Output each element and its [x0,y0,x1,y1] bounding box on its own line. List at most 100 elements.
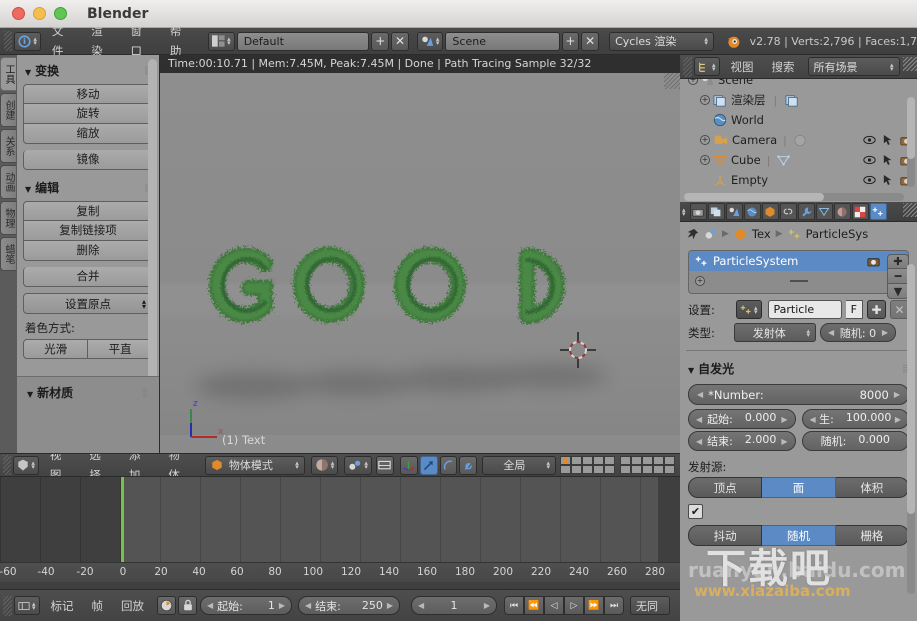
cursor-arrow-icon[interactable] [883,154,893,166]
particle-system-list[interactable]: ParticleSystem + [688,250,909,294]
frame-end-field[interactable]: ◀ 结束:2.000 ▶ [688,431,796,451]
particle-system-list-item[interactable]: ParticleSystem [689,251,908,271]
delete-scene-button[interactable]: ✕ [581,32,599,51]
viewport-corner-grip-icon[interactable] [664,73,680,89]
tool-shelf-scrollbar[interactable] [148,59,157,409]
frame-start-field[interactable]: ◀ 起始: 1 ▶ [200,596,292,615]
properties-tab-object[interactable] [762,203,779,220]
breadcrumb-item-particlesys[interactable]: ParticleSys [806,227,869,241]
jump-to-end-button[interactable]: ⏭ [604,596,624,615]
duplicate-linked-button[interactable]: 复制链接项 [23,221,153,241]
tab-create[interactable]: 创建 [0,93,16,127]
render-engine-selector[interactable]: Cycles 渲染 ▴▾ [609,32,714,51]
manipulator-rotate-button[interactable] [440,456,458,475]
layer-cell[interactable] [653,465,664,474]
distribution-jittered-button[interactable]: 抖动 [688,525,762,546]
manipulator-translate-button[interactable] [400,456,418,475]
previous-keyframe-button[interactable]: ⏪ [524,596,544,615]
layer-cell[interactable] [582,456,593,465]
grip-lines-icon[interactable] [790,280,808,282]
playback-controls[interactable]: ⏮ ⏪ ◁ ▷ ⏩ ⏭ [504,596,624,615]
timeline-playhead[interactable] [121,477,124,562]
layer-cell[interactable] [593,456,604,465]
eye-icon[interactable] [863,155,876,165]
outliner-row-empty[interactable]: Empty [680,170,917,190]
layer-cell[interactable] [582,465,593,474]
join-button[interactable]: 合并 [23,267,153,287]
remove-particle-system-button[interactable]: ━ [887,269,909,284]
layer-block-bottom[interactable] [620,456,675,474]
outliner-vertical-scrollbar[interactable] [907,97,915,187]
cursor-arrow-icon[interactable] [883,134,893,146]
panel-header-edit[interactable]: ▼编辑 ⣿ [23,176,153,201]
pivot-point-selector[interactable]: ▴▾ [344,456,372,475]
current-frame-field[interactable]: ◀ 1 ▶ [411,596,497,615]
timeline-ruler[interactable]: -60 -40 -20 0 20 40 60 80 100 120 140 16… [0,562,680,582]
properties-editor[interactable]: ▴▾ ▶ Tex ▶ ParticleSys [680,202,917,621]
properties-scrollbar[interactable] [907,264,915,594]
particle-settings-browse-button[interactable]: ▴▾ [736,300,762,319]
chevron-right-icon[interactable]: ▶ [895,415,901,424]
properties-tab-material[interactable] [834,203,851,220]
chevron-left-icon[interactable]: ◀ [418,601,424,610]
properties-tab-bar[interactable]: ▴▾ [680,202,917,222]
play-reverse-button[interactable]: ◁ [544,596,564,615]
particle-type-selector[interactable]: 发射体 ▴▾ [734,323,816,342]
chevron-right-icon[interactable]: ▶ [387,601,393,610]
minimize-window-button[interactable] [33,7,46,20]
maximize-window-button[interactable] [54,7,67,20]
outliner-restrict-toggles[interactable] [863,154,913,166]
scene-layers-grid[interactable] [560,456,680,474]
properties-tab-texture[interactable] [852,203,869,220]
panel-header-new-material[interactable]: ▼新材质 ⣿ [25,381,151,406]
layer-cell[interactable] [604,456,615,465]
layer-cell[interactable] [642,456,653,465]
add-scene-button[interactable]: + [562,32,580,51]
layer-cell[interactable] [604,465,615,474]
panel-header-transform[interactable]: ▼变换 ⣿ [23,59,153,84]
frame-end-field[interactable]: ◀ 结束: 250 ▶ [298,596,400,615]
lifetime-random-field[interactable]: 随机:0.000 [802,431,910,451]
layer-cell[interactable] [642,465,653,474]
chevron-left-icon[interactable]: ◀ [697,390,703,399]
outliner-display-mode-selector[interactable]: 所有场景 ▴▾ [808,57,900,76]
play-button[interactable]: ▷ [564,596,584,615]
layer-cell[interactable] [593,465,604,474]
chevron-right-icon[interactable]: ▶ [781,437,787,446]
distribution-grid-button[interactable]: 栅格 [836,525,909,546]
view3d-menu-add[interactable]: 添加 [120,453,160,477]
properties-tab-modifiers[interactable] [798,203,815,220]
even-distribution-row[interactable]: ✔ [688,504,909,519]
tab-animation[interactable]: 动画 [0,165,16,199]
jump-to-start-button[interactable]: ⏮ [504,596,524,615]
cursor-arrow-icon[interactable] [883,174,893,186]
close-window-button[interactable] [12,7,25,20]
screen-layout-selector[interactable]: ▴▾ [208,32,235,51]
interaction-mode-selector[interactable]: 物体模式 ▴▾ [205,456,305,475]
outliner-restrict-toggles[interactable] [863,174,913,186]
outliner-row-render-layers[interactable]: + 渲染层 | [680,90,917,110]
outliner-row-camera[interactable]: + Camera | [680,130,917,150]
rotate-button[interactable]: 旋转 [23,104,153,124]
editor-type-view3d-button[interactable]: ▴▾ [13,456,39,475]
emit-from-volume-button[interactable]: 体积 [836,477,909,498]
manipulator-arrow-button[interactable] [420,456,438,475]
view3d-menu-object[interactable]: 物体 [159,453,199,477]
emit-from-faces-button[interactable]: 面 [762,477,835,498]
scene-selector[interactable]: ▴▾ [417,32,444,51]
delete-screen-layout-button[interactable]: ✕ [391,32,409,51]
shade-smooth-button[interactable]: 光滑 [23,339,88,359]
shade-flat-button[interactable]: 平直 [88,339,153,359]
layer-cell[interactable] [620,465,631,474]
layer-cell[interactable] [631,465,642,474]
outliner-row-world[interactable]: World [680,110,917,130]
add-screen-layout-button[interactable]: + [371,32,389,51]
translate-button[interactable]: 移动 [23,84,153,104]
particle-system-list-actions[interactable]: ✚ ━ ▼ [887,254,909,299]
outliner-horizontal-scrollbar[interactable] [684,193,904,201]
view3d-menu-view[interactable]: 视图 [41,453,81,477]
outliner-tree[interactable]: + Scene + 渲染层 | World + Camera | [680,79,917,202]
properties-tab-world[interactable] [744,203,761,220]
tab-tools[interactable]: 工具 [0,57,16,91]
expand-toggle-icon[interactable]: + [695,276,705,286]
